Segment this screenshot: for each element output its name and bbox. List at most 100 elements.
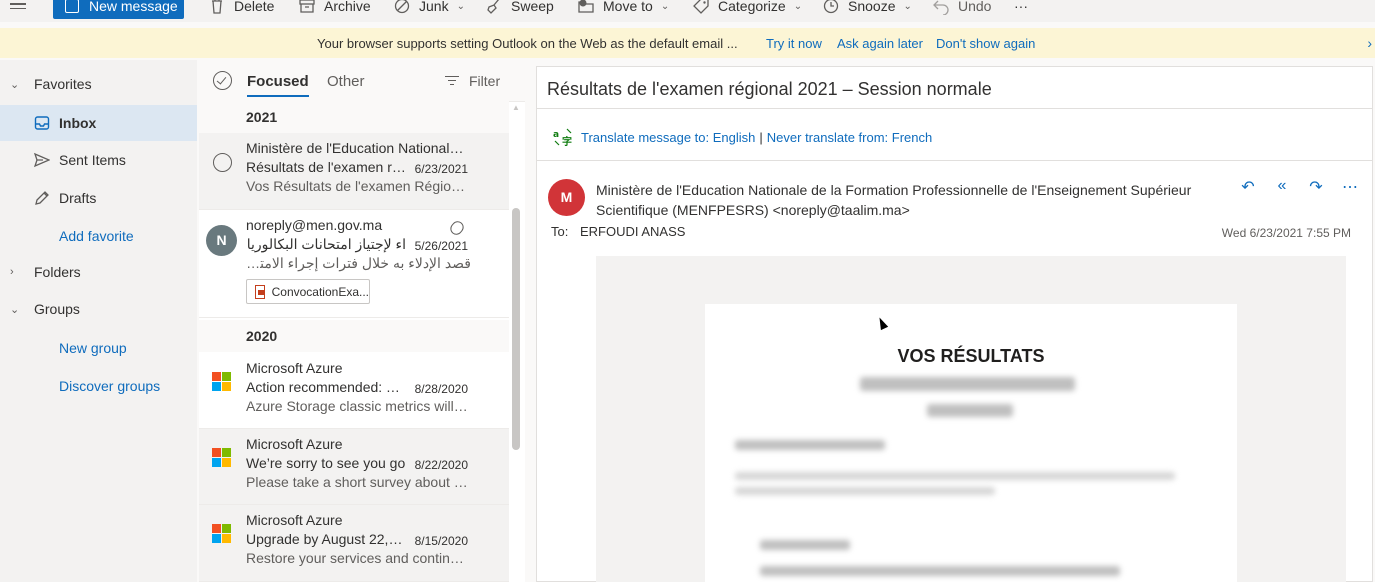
pdf-file-icon	[255, 284, 265, 299]
new-message-label: New message	[89, 0, 178, 14]
list-item[interactable]: Ministère de l'Education Nationale d... …	[199, 133, 509, 210]
svg-text:字: 字	[562, 135, 572, 147]
more-actions-button[interactable]: ···	[1014, 0, 1028, 15]
undo-label: Undo	[958, 0, 992, 14]
tab-other[interactable]: Other	[327, 73, 365, 90]
blurred-text	[735, 472, 1175, 480]
discover-groups-link[interactable]: Discover groups	[0, 368, 197, 404]
ask-again-later-link[interactable]: Ask again later	[837, 36, 923, 51]
mail-sender: Microsoft Azure	[246, 360, 343, 376]
drafts-label: Drafts	[59, 190, 97, 206]
reply-icon[interactable]: ↶	[1240, 177, 1256, 197]
reply-all-icon[interactable]: «	[1274, 177, 1290, 197]
sweep-icon	[487, 0, 500, 14]
list-item[interactable]: N noreply@men.gov.ma اء لإجتياز امتحانات…	[199, 210, 509, 318]
inbox-icon	[34, 116, 50, 130]
sent-items-label: Sent Items	[59, 152, 126, 168]
message-subject: Résultats de l'examen régional 2021 – Se…	[547, 79, 992, 99]
tag-icon	[693, 0, 709, 14]
select-radio[interactable]	[213, 153, 232, 172]
groups-header[interactable]: ⌄ Groups	[0, 291, 197, 327]
clock-icon	[823, 0, 839, 14]
sidebar-item-sent[interactable]: Sent Items	[0, 142, 197, 178]
try-it-now-link[interactable]: Try it now	[766, 36, 822, 51]
forward-icon[interactable]: ↷	[1308, 177, 1324, 197]
mail-subject: Action recommended: Tr...	[246, 379, 406, 395]
move-to-label: Move to	[603, 0, 653, 14]
message-list: Focused Other Filter 2021 Ministère de l…	[199, 60, 525, 582]
categorize-label: Categorize	[718, 0, 786, 14]
scroll-up-arrow[interactable]: ▲	[512, 103, 520, 112]
archive-button[interactable]: Archive	[298, 0, 371, 15]
microsoft-logo-icon	[212, 448, 231, 467]
list-item[interactable]: Microsoft Azure Action recommended: Tr..…	[199, 353, 509, 429]
add-favorite-link[interactable]: Add favorite	[0, 218, 197, 254]
folders-header[interactable]: › Folders	[0, 254, 197, 290]
message-list-scrollbar[interactable]	[512, 208, 520, 450]
attachment-name: ConvocationExa...	[271, 284, 369, 299]
categorize-button[interactable]: Categorize ⌄	[692, 0, 802, 15]
blurred-text	[735, 487, 995, 495]
filter-button[interactable]: Filter	[445, 73, 500, 89]
microsoft-logo-icon	[212, 372, 231, 391]
undo-icon	[933, 0, 949, 15]
more-icon[interactable]: ⋯	[1342, 177, 1358, 197]
dont-show-again-link[interactable]: Don't show again	[936, 36, 1035, 51]
blurred-text	[927, 404, 1013, 417]
recipient-name: ERFOUDI ANASS	[579, 224, 686, 239]
mail-preview: Please take a short survey about you...	[246, 474, 471, 490]
new-group-link[interactable]: New group	[0, 330, 197, 366]
junk-icon	[394, 0, 410, 14]
mail-preview: Vos Résultats de l'examen Régional ...	[246, 178, 471, 194]
group-header-2021: 2021	[199, 101, 509, 133]
folders-label: Folders	[34, 264, 81, 280]
avatar: N	[206, 225, 237, 256]
mail-date: 8/28/2020	[414, 382, 468, 396]
to-label: To:	[551, 224, 569, 239]
never-translate-link[interactable]: Never translate from: French	[767, 130, 932, 145]
groups-label: Groups	[34, 301, 80, 317]
mail-date: 8/22/2020	[414, 458, 468, 472]
new-message-button[interactable]: New message	[53, 0, 184, 19]
snooze-button[interactable]: Snooze ⌄	[822, 0, 912, 15]
tab-focused[interactable]: Focused	[247, 73, 309, 97]
more-icon: ···	[1014, 0, 1028, 14]
mail-date: 5/26/2021	[414, 239, 468, 253]
subject-bar: Résultats de l'examen régional 2021 – Se…	[537, 67, 1372, 109]
chevron-down-icon: ⌄	[10, 78, 20, 91]
discover-groups-label: Discover groups	[59, 378, 161, 394]
trash-icon	[212, 0, 222, 14]
blurred-text	[735, 440, 885, 450]
body-heading: VOS RÉSULTATS	[897, 346, 1045, 366]
blurred-text	[760, 540, 850, 550]
list-item[interactable]: Microsoft Azure Upgrade by August 22, 2.…	[199, 505, 509, 582]
select-all-checkbox[interactable]	[213, 71, 232, 90]
translate-bar: a字 Translate message to: English | Never…	[553, 127, 932, 147]
move-to-button[interactable]: Move to ⌄	[577, 0, 669, 15]
favorites-header[interactable]: ⌄ Favorites	[0, 66, 197, 102]
compose-icon	[65, 0, 79, 13]
sweep-button[interactable]: Sweep	[485, 0, 554, 15]
sidebar-item-inbox[interactable]: Inbox	[0, 105, 197, 141]
mail-subject: Résultats de l'examen ré...	[246, 159, 406, 175]
junk-button[interactable]: Junk ⌄	[393, 0, 465, 15]
avatar: M	[548, 179, 585, 216]
command-bar: New message Delete Archive Junk ⌄ Sweep …	[0, 0, 1375, 22]
mail-subject: Upgrade by August 22, 2...	[246, 531, 406, 547]
chevron-down-icon: ⌄	[793, 0, 803, 12]
translate-link[interactable]: Translate message to: English	[581, 130, 755, 145]
hamburger-icon[interactable]	[10, 0, 26, 12]
archive-icon	[299, 0, 315, 13]
sidebar-item-drafts[interactable]: Drafts	[0, 180, 197, 216]
attachment-chip[interactable]: ConvocationExa...	[246, 279, 370, 304]
list-item[interactable]: Microsoft Azure We’re sorry to see you g…	[199, 429, 509, 505]
chevron-right-icon[interactable]: ›	[1367, 35, 1372, 51]
translate-icon: a字	[553, 128, 572, 147]
mail-preview: قصد الإدلاء به خلال فترات إجراء الامتحان…	[246, 255, 471, 271]
snooze-label: Snooze	[848, 0, 896, 14]
delete-button[interactable]: Delete	[208, 0, 274, 15]
body-card: VOS RÉSULTATS	[705, 304, 1237, 582]
new-group-label: New group	[59, 340, 127, 356]
undo-button[interactable]: Undo	[932, 0, 991, 15]
message-actions: ↶ « ↷ ⋯	[1240, 177, 1358, 197]
